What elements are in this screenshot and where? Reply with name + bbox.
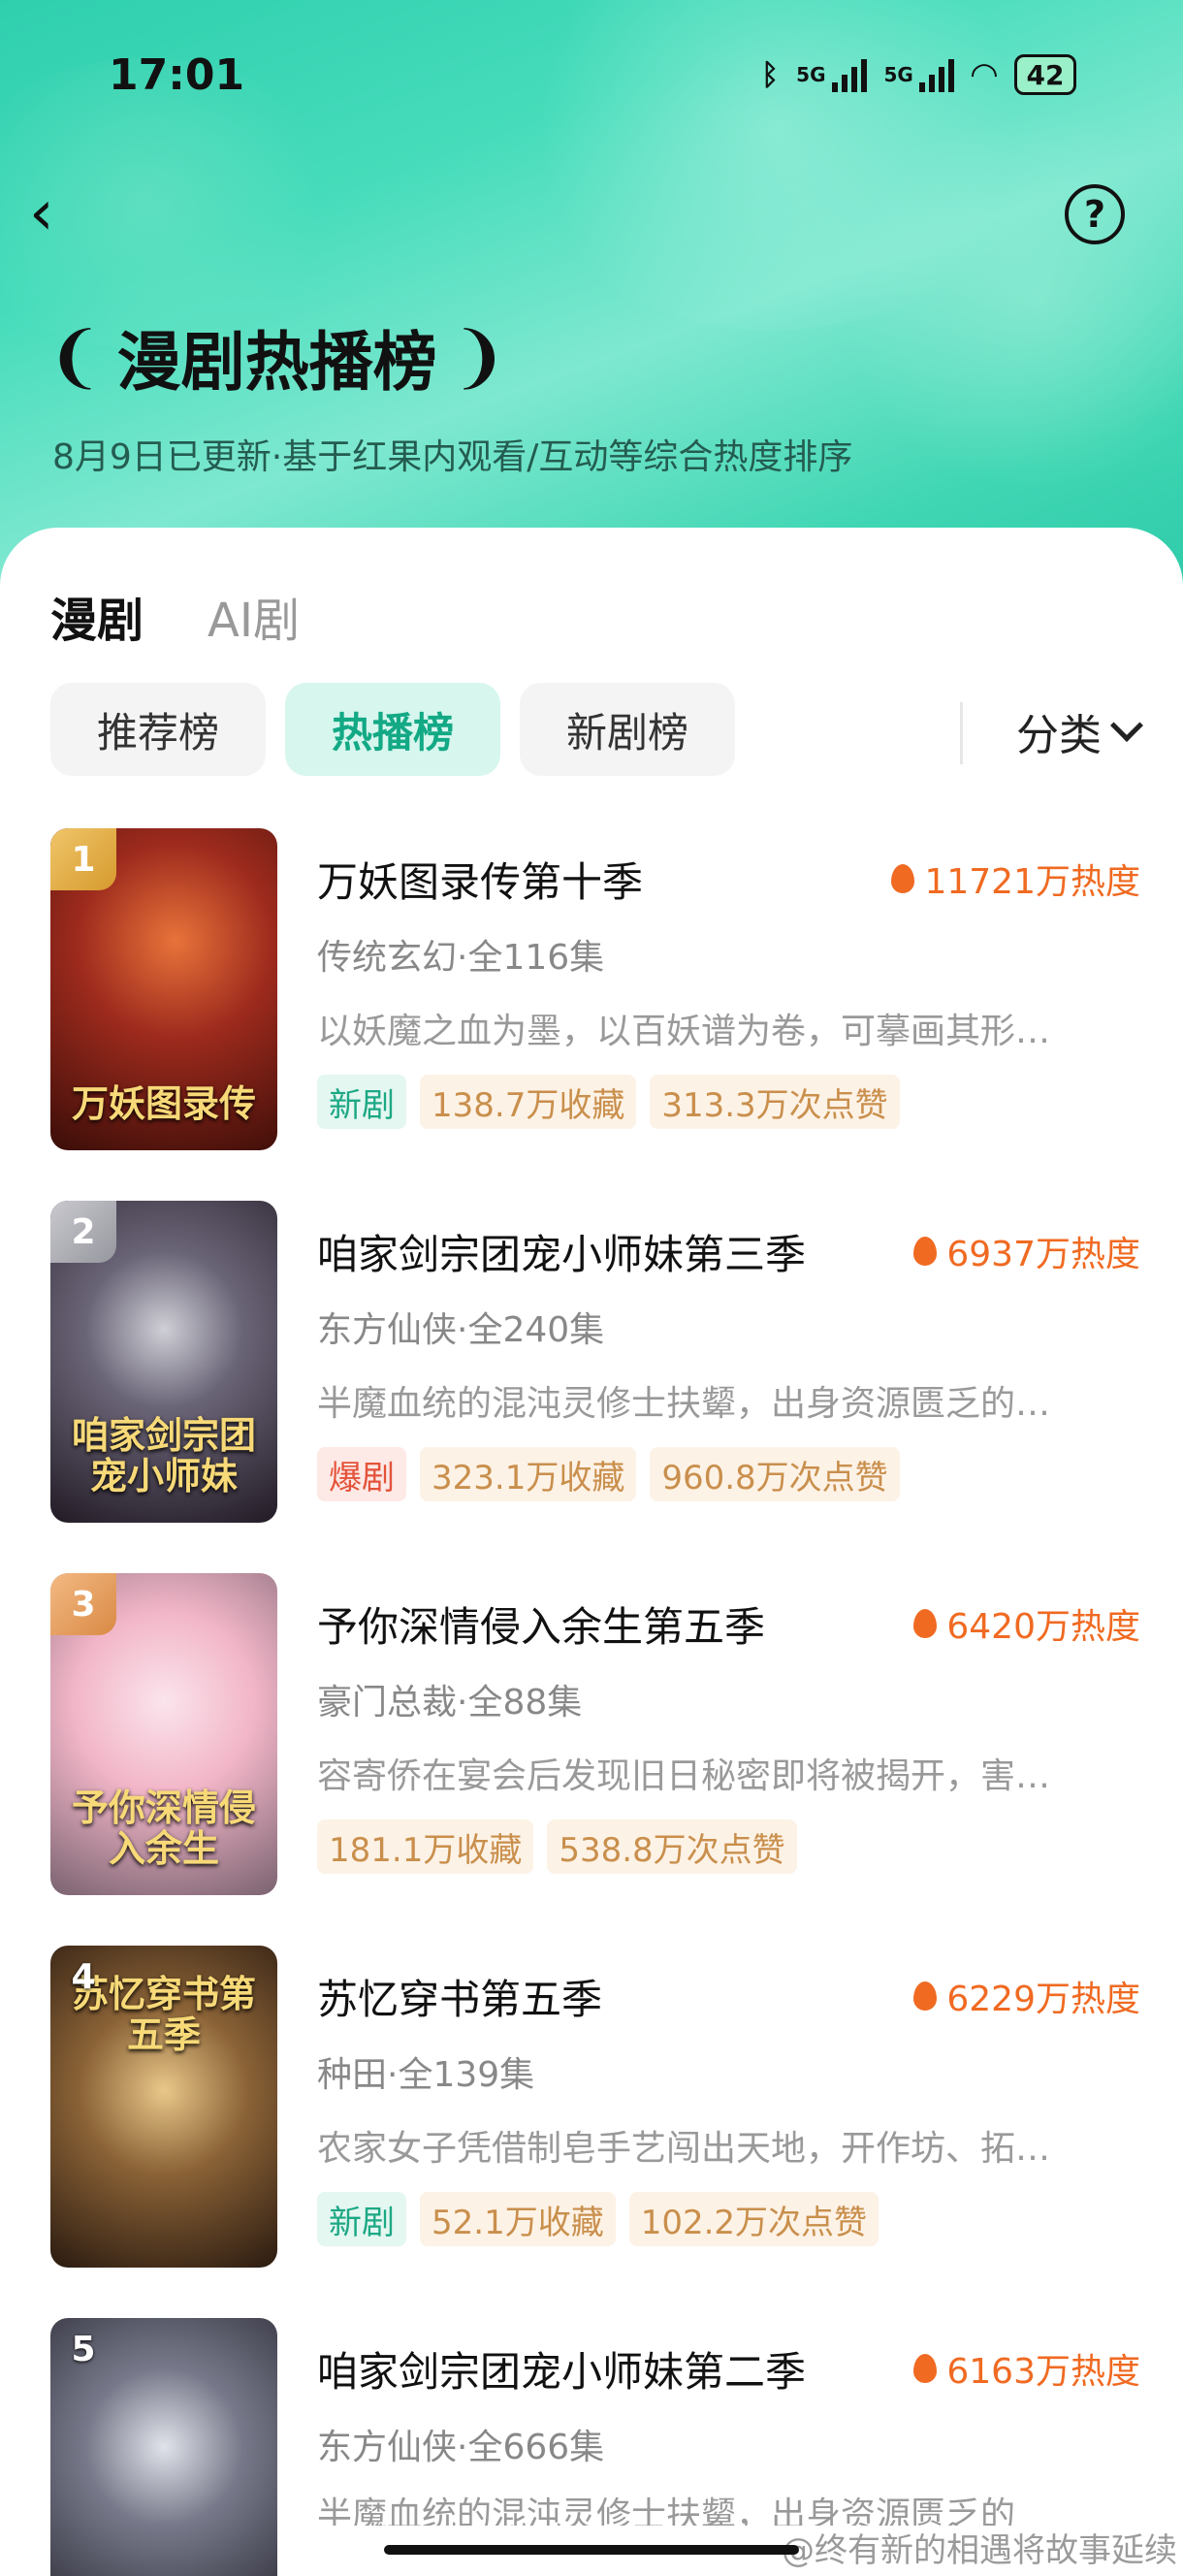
chevron-left-icon: ‹ (29, 177, 54, 249)
back-button[interactable]: ‹ (29, 182, 78, 244)
tag-favorites: 181.1万收藏 (317, 1819, 534, 1874)
status-bar: 17:01 ᛒ 5G 5G ◠ 42 (0, 0, 1183, 155)
heat-value: 6163万热度 (946, 2352, 1140, 2392)
laurel-left-icon: ❨ (47, 317, 104, 397)
tag-row: 181.1万收藏 538.8万次点赞 (317, 1819, 797, 1874)
cover-title: 咱家剑宗团宠小师妹 (71, 1414, 256, 1498)
heat-score: 6163万热度 (913, 2343, 1140, 2394)
tag-row: 新剧 138.7万收藏 313.3万次点赞 (317, 1075, 900, 1129)
tag-likes: 313.3万次点赞 (650, 1075, 900, 1129)
drama-title: 万妖图录传第十季 (317, 858, 644, 906)
heat-score: 6420万热度 (913, 1598, 1140, 1649)
rank-badge: 3 (50, 1573, 116, 1635)
tag-likes: 960.8万次点赞 (650, 1447, 900, 1501)
battery-icon: 42 (1014, 54, 1076, 95)
ranking-filters: 推荐榜 热播榜 新剧榜 (50, 683, 736, 776)
drama-meta: 东方仙侠·全240集 (317, 1310, 605, 1350)
rank-badge: 4 (71, 1956, 96, 1997)
network-label-1: 5G (796, 63, 826, 86)
home-indicator[interactable] (384, 2545, 799, 2555)
tag-row: 爆剧 323.1万收藏 960.8万次点赞 (317, 1447, 900, 1501)
category-dropdown[interactable]: 分类 (1016, 700, 1143, 762)
tag-favorites: 138.7万收藏 (420, 1075, 637, 1129)
heat-value: 6420万热度 (946, 1607, 1140, 1647)
tab-manju[interactable]: 漫剧 (50, 582, 144, 650)
drama-description: 容寄侨在宴会后发现旧日秘密即将被揭开，害… (317, 1756, 1051, 1796)
tag-hot: 爆剧 (317, 1447, 406, 1501)
tab-ai-drama[interactable]: AI剧 (208, 582, 300, 650)
flame-icon (913, 2354, 938, 2383)
cover-image[interactable]: 5 (50, 2318, 277, 2576)
ranking-list: 万妖图录传 1 万妖图录传第十季 11721万热度 传统玄幻·全116集 以妖魔… (50, 828, 1140, 2576)
drama-title: 咱家剑宗团宠小师妹第二季 (317, 2348, 807, 2396)
drama-meta: 种田·全139集 (317, 2055, 535, 2095)
watermark: @终有新的相遇将故事延续 (782, 2531, 1177, 2570)
tag-likes: 538.8万次点赞 (547, 1819, 797, 1874)
list-item[interactable]: 万妖图录传 1 万妖图录传第十季 11721万热度 传统玄幻·全116集 以妖魔… (50, 828, 1140, 1201)
filter-hot[interactable]: 热播榜 (285, 683, 501, 776)
page-subtitle: 8月9日已更新·基于红果内观看/互动等综合热度排序 (52, 437, 853, 477)
list-item[interactable]: 予你深情侵入余生 3 予你深情侵入余生第五季 6420万热度 豪门总裁·全88集… (50, 1573, 1140, 1946)
network-label-2: 5G (883, 63, 913, 86)
drama-description: 农家女子凭借制皂手艺闯出天地，开作坊、拓… (317, 2129, 1051, 2169)
laurel-right-icon: ❩ (450, 317, 508, 397)
heat-score: 6937万热度 (913, 1226, 1140, 1276)
cover-title: 万妖图录传 (71, 1082, 256, 1126)
drama-description: 半魔血统的混沌灵修士扶颦，出身资源匮乏的… (317, 1384, 1051, 1424)
drama-meta: 传统玄幻·全116集 (317, 938, 605, 978)
drama-description: 半魔血统的混沌灵修士扶颦，出身资源匮乏的 (317, 2496, 1016, 2526)
heat-value: 6937万热度 (946, 1235, 1140, 1274)
tag-new: 新剧 (317, 2192, 406, 2246)
wifi-icon: ◠ (971, 55, 997, 94)
rank-badge: 2 (50, 1201, 116, 1263)
drama-title: 咱家剑宗团宠小师妹第三季 (317, 1231, 807, 1278)
help-button[interactable]: ? (1065, 184, 1125, 244)
list-item[interactable]: 苏忆穿书第五季 4 苏忆穿书第五季 6229万热度 种田·全139集 农家女子凭… (50, 1946, 1140, 2318)
filter-divider (960, 702, 963, 764)
heat-value: 6229万热度 (946, 1980, 1140, 2019)
drama-title: 苏忆穿书第五季 (317, 1976, 603, 2023)
category-label: 分类 (1016, 711, 1102, 760)
cover-image[interactable]: 万妖图录传 1 (50, 828, 277, 1150)
tab-bar: 漫剧 AI剧 (50, 582, 300, 650)
tag-row: 新剧 52.1万收藏 102.2万次点赞 (317, 2192, 879, 2246)
tag-favorites: 52.1万收藏 (420, 2192, 616, 2246)
question-icon: ? (1083, 193, 1106, 236)
rank-badge: 1 (50, 828, 116, 890)
flame-icon (913, 1237, 938, 1266)
rank-badge: 5 (71, 2329, 96, 2369)
page-title-row: ❨ 漫剧热播榜 ❩ (47, 310, 507, 403)
heat-score: 6229万热度 (913, 1971, 1140, 2021)
heat-score: 11721万热度 (891, 853, 1140, 904)
flame-icon (913, 1981, 938, 2011)
flame-icon (913, 1609, 938, 1638)
cover-image[interactable]: 予你深情侵入余生 3 (50, 1573, 277, 1895)
drama-meta: 东方仙侠·全666集 (317, 2428, 605, 2467)
chevron-down-icon (1110, 709, 1143, 742)
cover-image[interactable]: 咱家剑宗团宠小师妹 2 (50, 1201, 277, 1523)
flame-icon (891, 864, 915, 893)
status-time: 17:01 (109, 50, 245, 100)
page-title: 漫剧热播榜 (116, 325, 437, 400)
heat-value: 11721万热度 (924, 862, 1140, 902)
signal-icon-2 (918, 57, 954, 92)
drama-description: 以妖魔之血为墨，以百妖谱为卷，可摹画其形… (317, 1012, 1051, 1051)
filter-recommend[interactable]: 推荐榜 (50, 683, 267, 776)
drama-title: 予你深情侵入余生第五季 (317, 1603, 766, 1651)
signal-icon (831, 57, 867, 92)
bluetooth-icon: ᛒ (761, 57, 780, 92)
drama-meta: 豪门总裁·全88集 (317, 1683, 583, 1723)
filter-new[interactable]: 新剧榜 (520, 683, 736, 776)
cover-title: 予你深情侵入余生 (71, 1787, 256, 1871)
tag-likes: 102.2万次点赞 (628, 2192, 879, 2246)
tag-new: 新剧 (317, 1075, 406, 1129)
tag-favorites: 323.1万收藏 (420, 1447, 637, 1501)
status-icons: ᛒ 5G 5G ◠ 42 (761, 54, 1076, 95)
cover-image[interactable]: 苏忆穿书第五季 4 (50, 1946, 277, 2268)
list-item[interactable]: 咱家剑宗团宠小师妹 2 咱家剑宗团宠小师妹第三季 6937万热度 东方仙侠·全2… (50, 1201, 1140, 1573)
